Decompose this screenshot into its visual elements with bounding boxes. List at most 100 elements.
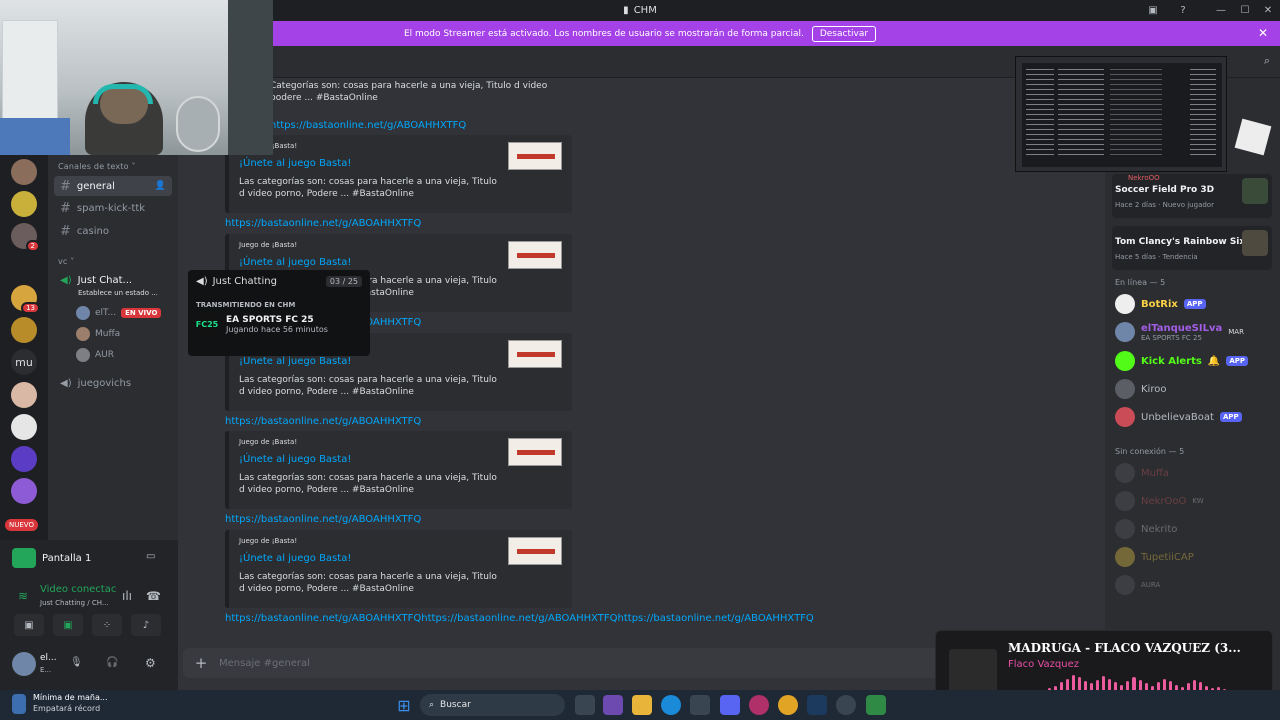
- member-name: AURA: [1141, 581, 1161, 589]
- embed-thumbnail: [508, 537, 562, 565]
- settings-icon[interactable]: ⚙: [145, 656, 156, 670]
- message-link[interactable]: https://bastaonline.net/g/ABOAHHXTFQhttp…: [225, 613, 814, 624]
- user-count: 03 / 25: [325, 276, 362, 287]
- member-item[interactable]: UnbelievaBoat APP: [1115, 407, 1242, 427]
- inbox-icon[interactable]: ▣: [1141, 0, 1165, 21]
- member-name: UnbelievaBoat: [1141, 411, 1214, 423]
- message-input[interactable]: + Mensaje #general: [183, 648, 940, 678]
- embed-card: Juego de ¡Basta! ¡Únete al juego Basta! …: [225, 530, 572, 608]
- user-avatar[interactable]: [12, 652, 36, 676]
- headphones-icon[interactable]: 🎧: [106, 657, 118, 668]
- voice-user[interactable]: Muffa: [76, 327, 120, 341]
- embed-description: Las categorías son: cosas para hacerle a…: [239, 375, 497, 397]
- member-item[interactable]: elTanqueSILva EA SPORTS FC 25 MAR: [1115, 322, 1244, 342]
- disconnect-icon[interactable]: ☎: [146, 589, 161, 603]
- member-name: Nekrito: [1141, 523, 1178, 535]
- screen-share-icon[interactable]: ▭: [146, 551, 155, 562]
- signal-icon: ≋: [18, 589, 29, 603]
- screen-icon: [12, 548, 36, 568]
- channel-casino[interactable]: # casino: [54, 221, 172, 241]
- member-item[interactable]: AURA: [1115, 575, 1160, 595]
- voice-channel[interactable]: ◀) Just Chat...: [54, 270, 172, 290]
- server-icon[interactable]: 13: [11, 285, 40, 314]
- maximize-button[interactable]: ☐: [1233, 0, 1257, 21]
- voice-user[interactable]: AUR: [76, 348, 114, 362]
- store-icon[interactable]: [690, 695, 710, 715]
- app-icon[interactable]: [603, 695, 623, 715]
- add-member-icon[interactable]: 👤: [155, 181, 166, 191]
- activity-name: Tom Clancy's Rainbow Six ...: [1115, 237, 1259, 247]
- add-attachment-button[interactable]: +: [183, 654, 219, 672]
- member-item[interactable]: Kick Alerts 🔔 APP: [1115, 351, 1248, 371]
- channel-spam[interactable]: # spam-kick-ttk: [54, 198, 172, 218]
- server-icon[interactable]: [11, 317, 37, 343]
- member-item[interactable]: Nekrito: [1115, 519, 1177, 539]
- member-item[interactable]: TupetiiCAP: [1115, 547, 1194, 567]
- weather-text[interactable]: Mínima de maña...: [33, 693, 108, 702]
- server-icon[interactable]: mu: [11, 349, 37, 375]
- channel-general[interactable]: # general 👤: [54, 176, 172, 196]
- discord-icon[interactable]: [720, 695, 740, 715]
- steam-icon[interactable]: [807, 695, 827, 715]
- member-item[interactable]: BotRix APP: [1115, 294, 1206, 314]
- file-explorer-icon[interactable]: [632, 695, 652, 715]
- voice-status[interactable]: Establece un estado ...: [78, 289, 158, 297]
- soundboard-button[interactable]: ♪: [131, 614, 161, 636]
- activity-name: Soccer Field Pro 3D: [1115, 185, 1215, 195]
- camera-off-button[interactable]: ▣: [14, 614, 44, 636]
- embed-thumbnail: [508, 241, 562, 269]
- message-link[interactable]: https://bastaonline.net/g/ABOAHHXTFQ: [225, 514, 421, 525]
- member-name: Muffa: [1141, 467, 1169, 479]
- server-icon[interactable]: [11, 414, 37, 440]
- member-item[interactable]: NekrOoO KW: [1115, 491, 1204, 511]
- server-icon[interactable]: [11, 382, 37, 408]
- activity-sub: Hace 2 días · Nuevo jugador: [1115, 201, 1214, 209]
- task-view-icon[interactable]: [575, 695, 595, 715]
- opera-icon[interactable]: [749, 695, 769, 715]
- message-link[interactable]: https://bastaonline.net/g/ABOAHHXTFQ: [225, 416, 421, 427]
- category-vc[interactable]: vc ˅: [58, 257, 75, 266]
- activity-sub: Hace 5 días · Tendencia: [1115, 253, 1198, 261]
- server-icon[interactable]: [11, 191, 37, 217]
- screen-share-button[interactable]: ▣: [53, 614, 83, 636]
- close-button[interactable]: ✕: [1256, 0, 1280, 21]
- activity-card[interactable]: Tom Clancy's Rainbow Six ... Hace 5 días…: [1112, 226, 1272, 270]
- embed-card: Juego de ¡Basta! ¡Únete al juego Basta! …: [225, 135, 572, 213]
- screen-share-row[interactable]: Pantalla 1: [12, 548, 91, 568]
- game-icon: [1242, 230, 1268, 256]
- taskbar-search[interactable]: ⌕ Buscar: [420, 694, 565, 716]
- voice-channel-juegovichs[interactable]: ◀) juegovichs: [54, 373, 172, 393]
- voice-user[interactable]: elT... EN VIVO: [76, 306, 162, 320]
- server-icon[interactable]: [11, 159, 37, 185]
- category-text-channels[interactable]: Canales de texto ˅: [58, 162, 136, 171]
- minimize-button[interactable]: —: [1209, 0, 1233, 21]
- activity-button[interactable]: ⁘: [92, 614, 122, 636]
- message-link[interactable]: https://bastaonline.net/g/ABOAHHXTFQ: [225, 218, 421, 229]
- chrome-icon[interactable]: [778, 695, 798, 715]
- screen-label: Pantalla 1: [42, 552, 92, 564]
- app-badge: APP: [1226, 356, 1248, 366]
- activity-card[interactable]: NekroOO Soccer Field Pro 3D Hace 2 días …: [1112, 174, 1272, 218]
- channel-list: Canales de texto ˅ # general 👤 # spam-kick-…: [48, 155, 178, 545]
- windows-start-icon[interactable]: ⊞: [394, 695, 414, 715]
- avatar: [1115, 379, 1135, 399]
- obs-icon[interactable]: [836, 695, 856, 715]
- member-item[interactable]: Kiroo: [1115, 379, 1166, 399]
- streaming-label: TRANSMITIENDO EN CHM: [196, 301, 296, 309]
- mic-icon[interactable]: 🎙: [70, 657, 83, 668]
- server-icon[interactable]: [11, 478, 37, 504]
- server-icon[interactable]: [11, 446, 37, 472]
- search-icon[interactable]: ⌕: [1264, 54, 1270, 68]
- deactivate-button[interactable]: Desactivar: [811, 25, 877, 42]
- noise-icon[interactable]: ılı: [122, 589, 132, 603]
- app-icon[interactable]: [866, 695, 886, 715]
- banner-close-icon[interactable]: ✕: [1258, 26, 1268, 40]
- help-icon[interactable]: ?: [1171, 0, 1195, 21]
- embed-description: Las categorías son: cosas para hacerle a…: [239, 572, 497, 594]
- server-icon[interactable]: 2: [11, 223, 40, 252]
- game-icon: [1242, 178, 1268, 204]
- member-item[interactable]: Muffa: [1115, 463, 1169, 483]
- edge-icon[interactable]: [661, 695, 681, 715]
- app-icon: ▮: [623, 5, 629, 16]
- message-link[interactable]: https://bastaonline.net/g/ABOAHHXTFQ: [270, 120, 466, 131]
